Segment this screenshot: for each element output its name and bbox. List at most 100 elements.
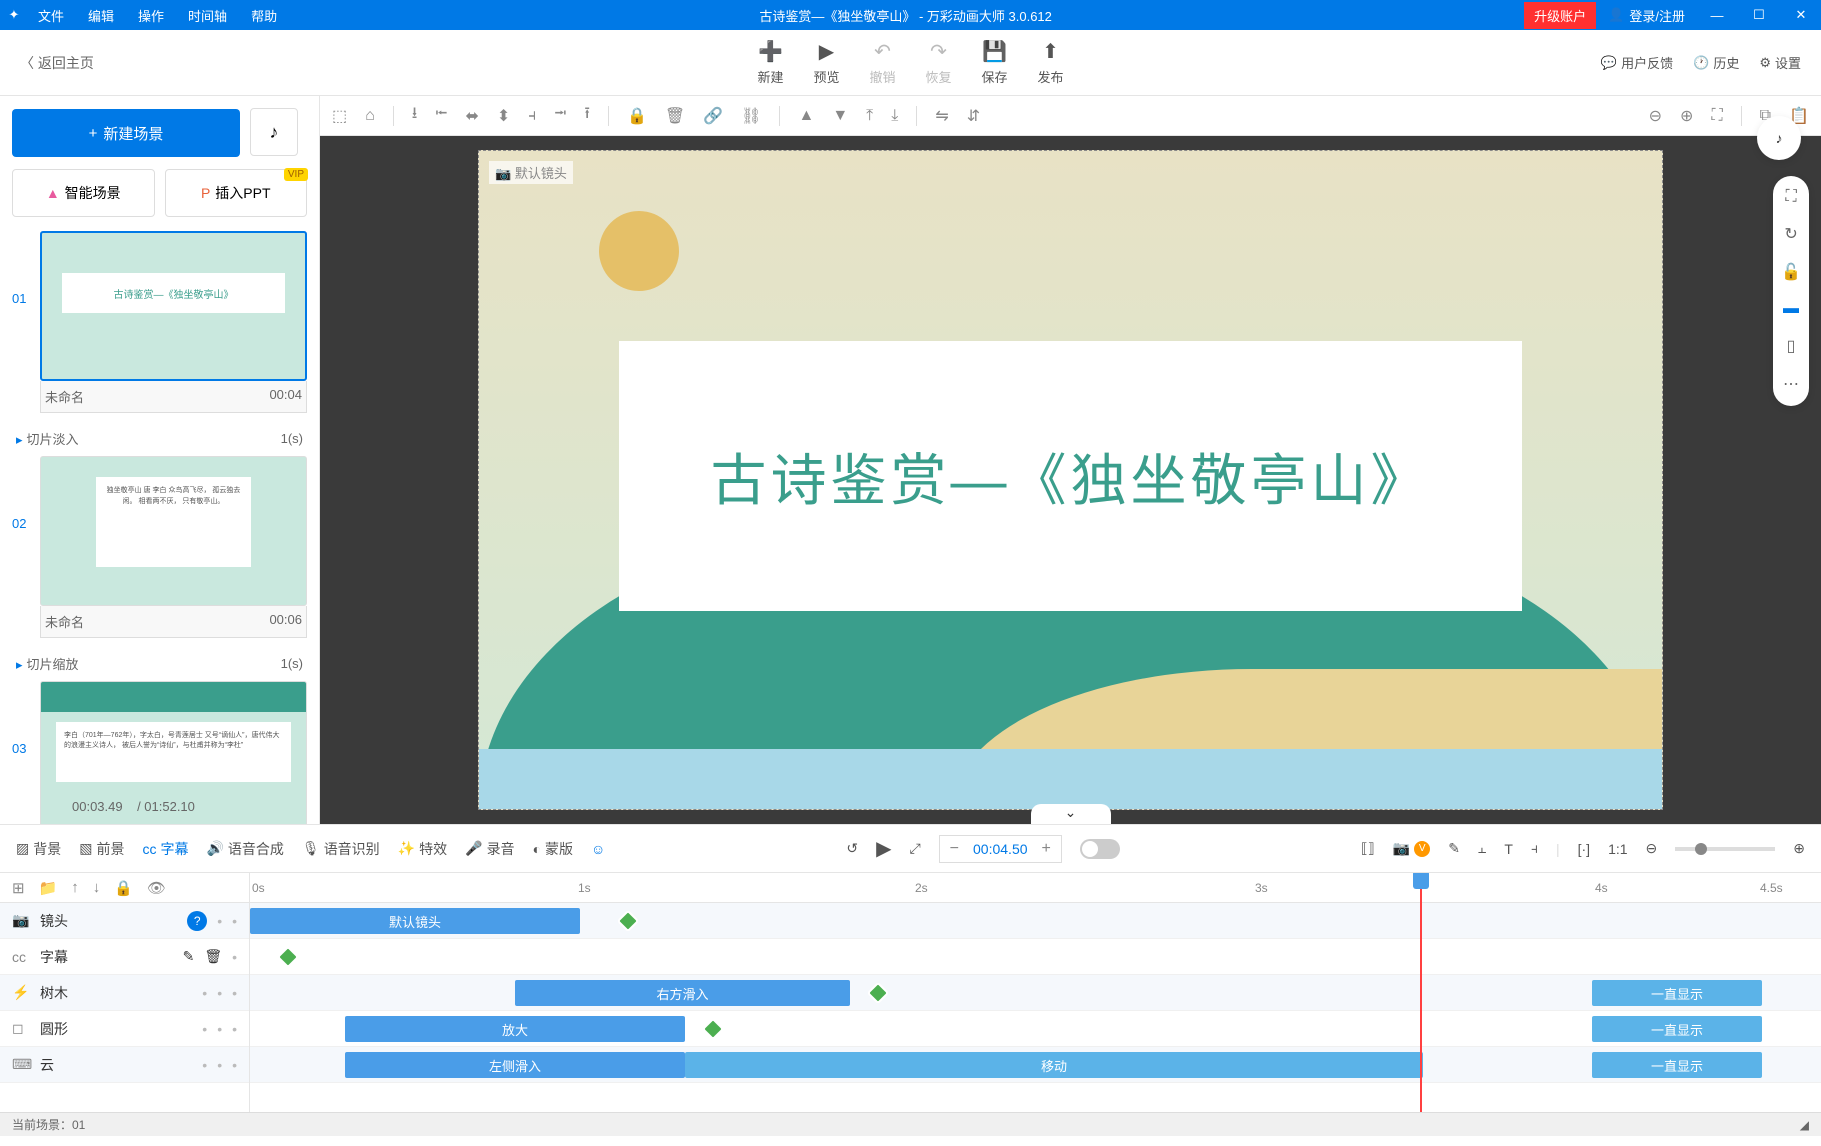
align-right-icon[interactable]: ⭲ [554,102,566,129]
dot-icon[interactable]: • [217,1057,222,1073]
track-tree[interactable]: 右方滑入 一直显示 [250,975,1821,1011]
smart-scene-button[interactable]: ▲智能场景 [12,169,155,217]
dot-icon[interactable]: • [217,913,222,929]
dot-icon[interactable]: • [232,913,237,929]
unlink-icon[interactable]: ⛓ [741,106,761,126]
home-icon[interactable]: ⌂ [365,107,375,125]
background-tab[interactable]: ▨ 背景 [16,839,61,859]
down-icon[interactable]: ↓ [93,879,101,896]
align-bottom-icon[interactable]: ⭳ [412,102,418,129]
zoom-out-button[interactable]: ⊖ [1646,840,1658,857]
time-ruler[interactable]: 0s 1s 2s 3s 4s 4.5s [250,873,1821,903]
flip-h-icon[interactable]: ⇋ [935,106,948,126]
delete-icon[interactable]: 🗑 [204,948,222,965]
layer-bottom-icon[interactable]: ⤓ [891,107,898,125]
playhead[interactable] [1420,873,1422,1112]
edit-icon[interactable]: ✎ [183,948,195,965]
history-button[interactable]: 🕐历史 [1693,53,1739,72]
track-row-subtitle[interactable]: cc 字幕 ✎ 🗑 • [0,939,249,975]
fit-icon[interactable]: ⛶ [1711,107,1722,125]
subtitle-tab[interactable]: cc 字幕 [142,839,188,859]
clip-shape-in[interactable]: 放大 [345,1016,685,1042]
tool-filter-icon[interactable]: ⫠ [1478,840,1486,857]
rotate-icon[interactable]: ↻ [1781,224,1801,244]
zoom-out-icon[interactable]: ⊖ [1649,106,1662,126]
align-left-icon[interactable]: ⭰ [435,102,447,129]
zoom-in-button[interactable]: ⊕ [1793,840,1805,857]
dot-icon[interactable]: • [232,1021,237,1037]
menu-edit[interactable]: 编辑 [78,2,124,29]
preview-button[interactable]: ▶预览 [813,39,839,86]
resize-handle-icon[interactable]: ◢ [1800,1118,1809,1132]
fullscreen-icon[interactable]: ⛶ [1781,188,1801,206]
rewind-button[interactable]: ↺ [846,840,858,857]
track-cloud[interactable]: 左侧滑入 移动 一直显示 [250,1047,1821,1083]
keyframe[interactable] [617,910,640,933]
settings-button[interactable]: ⚙设置 [1759,53,1801,72]
mobile-icon[interactable]: ▯ [1781,336,1801,356]
menu-help[interactable]: 帮助 [241,2,287,29]
track-row-shape[interactable]: ◻ 圆形 ••• [0,1011,249,1047]
track-row-camera[interactable]: 📷 镜头 ? •• [0,903,249,939]
delete-icon[interactable]: 🗑 [665,106,685,126]
mask-tab[interactable]: ◐ 蒙版 [533,839,573,859]
new-scene-button[interactable]: +新建场景 [12,109,240,157]
clip-tree-in[interactable]: 右方滑入 [515,980,850,1006]
dot-icon[interactable]: • [232,1057,237,1073]
clip-cloud-end[interactable]: 一直显示 [1592,1052,1762,1078]
menu-file[interactable]: 文件 [28,2,74,29]
scene-thumbnail[interactable]: 古诗鉴赏—《独坐敬亭山》 [40,231,307,381]
track-row-tree[interactable]: ⚡ 树木 ••• [0,975,249,1011]
dot-icon[interactable]: • [232,985,237,1001]
tool-bracket-icon[interactable]: [·] [1578,841,1590,857]
save-button[interactable]: 💾保存 [982,39,1008,86]
scene-item[interactable]: 02 独坐敬亭山 唐 李白 众鸟高飞尽， 孤云独去闲。 相看两不厌， 只有敬亭山… [12,456,307,638]
dot-icon[interactable]: • [202,985,207,1001]
add-track-icon[interactable]: ⊞ [12,879,25,897]
redo-button[interactable]: ↷恢复 [926,39,952,86]
tool-align-icon[interactable]: ⫞ [1531,840,1538,857]
align-top-icon[interactable]: ⭱ [584,102,590,129]
menu-timeline[interactable]: 时间轴 [178,2,237,29]
time-plus-button[interactable]: + [1036,840,1057,858]
effect-tab[interactable]: ✨ 特效 [398,839,447,859]
eye-icon[interactable]: 👁 [147,879,166,897]
align-center-v-icon[interactable]: ⬍ [497,106,510,126]
layer-down-icon[interactable]: ▼ [832,107,848,125]
tracks-area[interactable]: 0s 1s 2s 3s 4s 4.5s 默认镜头 右方滑入 一直显示 放大 一直… [250,873,1821,1112]
music-button[interactable]: ♪ [250,108,298,156]
link-icon[interactable]: 🔗 [703,106,723,126]
menu-action[interactable]: 操作 [128,2,174,29]
clip-camera[interactable]: 默认镜头 [250,908,580,934]
lock-icon[interactable]: 🔒 [114,879,133,897]
lock-icon[interactable]: 🔒 [627,106,647,126]
transition-row[interactable]: ▸切片缩放 1(s) [12,646,307,681]
transition-row[interactable]: ▸切片淡入 1(s) [12,421,307,456]
tool-crop-icon[interactable]: ⟦⟧ [1361,840,1375,857]
more-icon[interactable]: ⋯ [1781,374,1801,394]
close-button[interactable]: ✕ [1781,3,1821,27]
cursor-icon[interactable]: ⬚ [332,106,347,126]
time-minus-button[interactable]: − [944,840,965,858]
track-row-cloud[interactable]: ⌨ 云 ••• [0,1047,249,1083]
canvas-music-button[interactable]: ♪ [1757,116,1801,160]
play-button[interactable]: ▶ [876,836,891,861]
clip-shape-end[interactable]: 一直显示 [1592,1016,1762,1042]
minimize-button[interactable]: — [1697,4,1737,27]
record-tab[interactable]: 🎤 录音 [465,839,514,859]
folder-icon[interactable]: 📁 [39,879,58,897]
display-icon[interactable]: ▬ [1781,300,1801,318]
layer-up-icon[interactable]: ▲ [798,107,814,125]
track-camera[interactable]: 默认镜头 [250,903,1821,939]
lock-icon[interactable]: 🔓 [1781,262,1801,282]
tool-camera-icon[interactable]: 📷V [1393,840,1430,857]
login-button[interactable]: 👤 登录/注册 [1598,2,1695,29]
time-input[interactable]: − 00:04.50 + [939,835,1062,863]
back-home-button[interactable]: 〈 返回主页 [0,53,114,73]
canvas[interactable]: 古诗鉴赏—《独坐敬亭山》 📷 默认镜头 [478,150,1663,810]
new-button[interactable]: ➕新建 [757,39,783,86]
expand-button[interactable]: ⤢ [909,840,920,857]
insert-ppt-button[interactable]: P插入PPTVIP [165,169,308,217]
title-textbox[interactable]: 古诗鉴赏—《独坐敬亭山》 [619,341,1522,611]
clip-tree-end[interactable]: 一直显示 [1592,980,1762,1006]
